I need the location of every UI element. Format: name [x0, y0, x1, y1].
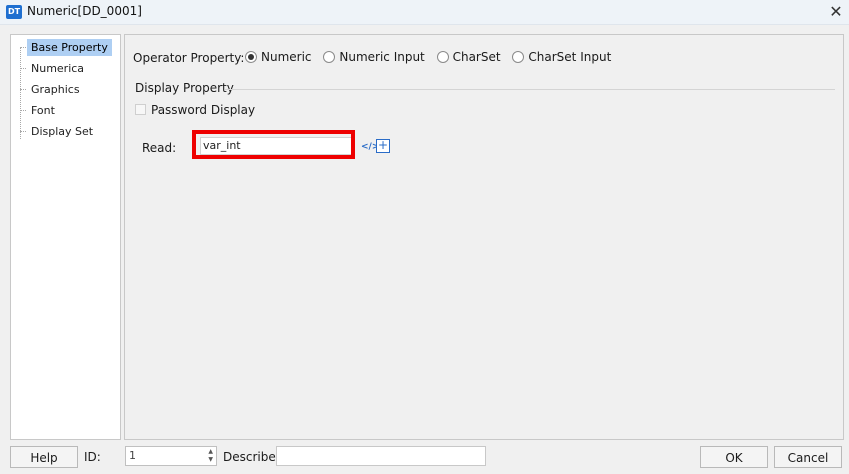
- read-label: Read:: [142, 141, 177, 155]
- radio-charset[interactable]: CharSet: [436, 50, 501, 64]
- tree-connector-line: [20, 47, 21, 139]
- radio-numeric-input[interactable]: Numeric Input: [323, 50, 425, 64]
- radio-label: CharSet Input: [528, 50, 612, 64]
- ok-button[interactable]: OK: [700, 446, 768, 468]
- app-icon: DT: [6, 5, 22, 19]
- nav-item-numerica[interactable]: Numerica: [19, 60, 88, 77]
- radio-circle: [245, 51, 257, 63]
- title-bar: DT Numeric[DD_0001] ✕: [0, 0, 849, 25]
- radio-label: Numeric Input: [339, 50, 425, 64]
- id-value: 1: [129, 449, 136, 462]
- password-display-label: Password Display: [151, 103, 256, 117]
- window-title: Numeric[DD_0001]: [27, 4, 142, 18]
- radio-label: Numeric: [261, 50, 312, 64]
- operator-radio-group: Numeric Numeric Input CharSet CharSet In…: [245, 50, 619, 68]
- nav-item-display-set[interactable]: Display Set: [19, 123, 97, 140]
- password-display-checkbox[interactable]: Password Display: [135, 103, 255, 117]
- id-spinbox[interactable]: 1 ▲ ▼: [125, 446, 217, 466]
- highlight-box: [192, 130, 355, 159]
- id-label: ID:: [84, 450, 101, 464]
- describe-label: Describe:: [223, 450, 280, 464]
- display-property-group-title: Display Property: [135, 81, 234, 95]
- describe-input[interactable]: [276, 446, 486, 466]
- help-button[interactable]: Help: [10, 446, 78, 468]
- radio-circle: [436, 51, 449, 63]
- nav-item-base-property[interactable]: Base Property: [20, 39, 112, 56]
- operator-property-label: Operator Property:: [133, 51, 245, 65]
- radio-label: CharSet: [452, 50, 501, 64]
- add-icon[interactable]: +: [376, 139, 390, 153]
- checkbox-box: [135, 104, 146, 115]
- group-divider: [225, 89, 835, 90]
- property-nav-tree: Base Property Numerica Graphics Font Dis…: [10, 34, 121, 440]
- nav-item-font[interactable]: Font: [20, 102, 59, 119]
- close-icon[interactable]: ✕: [826, 2, 846, 22]
- radio-circle: [323, 51, 336, 63]
- property-content-panel: Operator Property: Numeric Numeric Input…: [124, 34, 844, 440]
- cancel-button[interactable]: Cancel: [774, 446, 842, 468]
- spin-arrows-icon[interactable]: ▲ ▼: [208, 448, 213, 464]
- radio-charset-input[interactable]: CharSet Input: [512, 50, 611, 64]
- radio-circle: [512, 51, 525, 63]
- radio-numeric[interactable]: Numeric: [245, 50, 312, 64]
- nav-item-graphics[interactable]: Graphics: [20, 81, 84, 98]
